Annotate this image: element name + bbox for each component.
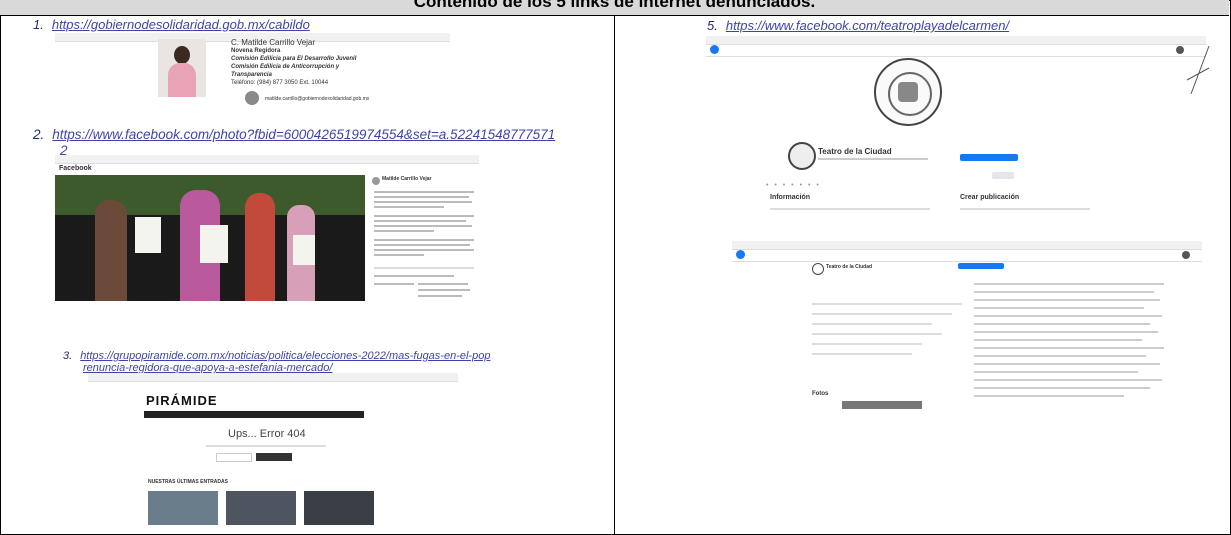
link-1-number: 1. bbox=[33, 17, 44, 32]
link-2-url[interactable]: https://www.facebook.com/photo?fbid=6000… bbox=[52, 127, 555, 142]
photo-strip[interactable] bbox=[842, 401, 922, 409]
facebook-icon[interactable] bbox=[736, 250, 745, 259]
like-button[interactable] bbox=[992, 172, 1014, 179]
teatro-avatar-small bbox=[812, 263, 824, 275]
table-header: Contenido de los 5 links de internet den… bbox=[0, 0, 1229, 16]
event-schedule-post bbox=[974, 281, 1170, 409]
page-tabs[interactable]: • • • • • • • bbox=[766, 182, 821, 189]
error-message: Ups... Error 404 bbox=[228, 428, 306, 440]
official-role: Novena Regidora bbox=[231, 48, 281, 54]
screenshot-facebook-photo: Facebook Matilde Carrillo Vejar bbox=[55, 155, 479, 301]
commission-3: Transparencia bbox=[231, 72, 272, 78]
column-divider bbox=[614, 16, 615, 535]
post-panel: Matilde Carrillo Vejar bbox=[370, 175, 479, 301]
screenshot-piramide: PIRÁMIDE Ups... Error 404 NUESTRAS ÚLTIM… bbox=[88, 373, 458, 533]
link-5-number: 5. bbox=[707, 18, 718, 33]
facebook-brand: Facebook bbox=[59, 165, 92, 172]
event-photo bbox=[55, 175, 365, 301]
fb-topbar bbox=[732, 249, 1202, 262]
decorative-lines bbox=[1185, 40, 1211, 96]
send-message-button[interactable] bbox=[960, 154, 1018, 161]
info-heading: Información bbox=[770, 194, 811, 201]
link-5[interactable]: 5. https://www.facebook.com/teatroplayade… bbox=[707, 18, 1009, 33]
nav-bar bbox=[144, 411, 364, 418]
browser-bar bbox=[55, 155, 479, 164]
search-input[interactable] bbox=[216, 453, 252, 462]
latest-posts-title: NUESTRAS ÚLTIMAS ENTRADAS bbox=[148, 479, 228, 485]
link-1-url[interactable]: https://gobiernodesolidaridad.gob.mx/cab… bbox=[52, 17, 310, 32]
mail-icon[interactable] bbox=[245, 91, 259, 105]
post-thumb-2[interactable] bbox=[226, 491, 296, 525]
screenshot-teatro-page: Teatro de la Ciudad • • • • • • • Inform… bbox=[706, 36, 1206, 236]
link-3[interactable]: 3. https://grupopiramide.com.mx/noticias/… bbox=[63, 350, 490, 362]
link-5-url[interactable]: https://www.facebook.com/teatroplayadelc… bbox=[726, 18, 1009, 33]
fb-topbar bbox=[706, 44, 1206, 57]
portrait-photo bbox=[158, 39, 206, 97]
link-2[interactable]: 2. https://www.facebook.com/photo?fbid=60… bbox=[33, 127, 555, 142]
teatro-avatar bbox=[788, 142, 816, 170]
send-message-button-small[interactable] bbox=[958, 263, 1004, 269]
email[interactable]: matilde.carrillo@gobiernodesolidaridad.g… bbox=[265, 96, 369, 102]
official-name: C. Matilde Carrillo Vejar bbox=[231, 38, 316, 47]
facebook-icon[interactable] bbox=[710, 45, 719, 54]
account-icon[interactable] bbox=[1182, 251, 1190, 259]
link-2-number: 2. bbox=[33, 127, 45, 142]
screenshot-cabildo: C. Matilde Carrillo Vejar Novena Regidor… bbox=[55, 33, 450, 115]
search-button[interactable] bbox=[256, 453, 292, 461]
page-name-small: Teatro de la Ciudad bbox=[826, 264, 873, 270]
link-3-number: 3. bbox=[63, 350, 73, 362]
commission-1: Comisión Edilicia para El Desarrollo Juv… bbox=[231, 56, 357, 62]
account-icon[interactable] bbox=[1176, 46, 1184, 54]
teatro-logo-large bbox=[874, 58, 942, 126]
browser-bar bbox=[88, 373, 458, 382]
photos-heading: Fotos bbox=[812, 391, 829, 397]
screenshot-teatro-feed: Teatro de la Ciudad Fotos bbox=[732, 241, 1202, 529]
piramide-logo: PIRÁMIDE bbox=[146, 393, 218, 408]
post-thumb-1[interactable] bbox=[148, 491, 218, 525]
post-author: Matilde Carrillo Vejar bbox=[382, 176, 432, 182]
header-title: Contenido de los 5 links de internet den… bbox=[413, 0, 816, 11]
create-post-heading: Crear publicación bbox=[960, 194, 1020, 201]
phone: Teléfono: (984) 877 3050 Ext. 10044 bbox=[231, 80, 329, 86]
post-thumb-3[interactable] bbox=[304, 491, 374, 525]
page-name: Teatro de la Ciudad bbox=[818, 147, 892, 156]
link-1[interactable]: 1. https://gobiernodesolidaridad.gob.mx/c… bbox=[33, 17, 310, 32]
commission-2: Comisión Edilicia de Anticorrupción y bbox=[231, 64, 340, 70]
link-3-url[interactable]: https://grupopiramide.com.mx/noticias/po… bbox=[80, 350, 490, 362]
